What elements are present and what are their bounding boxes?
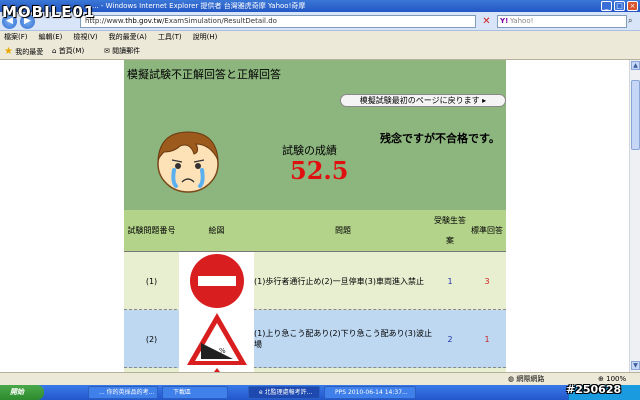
stop-icon[interactable]: ✕ — [480, 15, 493, 28]
maximize-button[interactable]: □ — [614, 1, 625, 11]
column-question: 問題 — [335, 226, 351, 235]
question-number: (1) — [145, 276, 158, 286]
search-input[interactable]: Y! Yahoo! — [497, 15, 627, 28]
home-icon: ⌂ — [52, 47, 57, 55]
start-button[interactable]: 開始 — [0, 385, 44, 400]
read-mail-button[interactable]: ✉ 閱讀郵件 — [104, 43, 140, 60]
window-controls: _ □ × — [601, 1, 638, 11]
window-title: ... - Windows Internet Explorer 提供者 台灣雅虎… — [92, 2, 306, 10]
menu-file[interactable]: 檔案(F) — [4, 31, 28, 43]
table-row: (2) % (1)上り急こう配あり(2)下り急こう配あり(3)波止場 2 1 — [124, 310, 506, 368]
page-title: 模擬試験不正解回答と正解回答 — [127, 68, 281, 81]
address-path: /ExamSimulation/ResultDetail.do — [162, 17, 277, 25]
exam-result-page: 模擬試験不正解回答と正解回答 模擬試験最初のページに戻ります ▸ 試験の成績 5… — [124, 60, 506, 372]
yahoo-icon: Y! — [500, 17, 509, 25]
student-answer: 2 — [447, 334, 453, 344]
correct-answer: 1 — [484, 334, 490, 344]
score-value: 52.5 — [290, 156, 349, 185]
column-picture: 絵図 — [208, 226, 225, 235]
scroll-thumb[interactable] — [631, 80, 640, 150]
column-number: 試験問題番号 — [127, 226, 176, 235]
student-answer: 1 — [447, 276, 453, 286]
favorites-button[interactable]: ★ 我的最愛 — [4, 43, 43, 61]
minimize-button[interactable]: _ — [601, 1, 612, 11]
column-correct: 標準回答 — [471, 226, 503, 235]
sign-picture — [179, 252, 254, 310]
menu-help[interactable]: 說明(H) — [193, 31, 218, 43]
close-button[interactable]: × — [627, 1, 638, 11]
globe-icon: ◍ — [508, 375, 515, 383]
vertical-scrollbar[interactable]: ▲ ▼ — [629, 60, 640, 372]
table-header: 試験問題番号 絵図 問題 受験生答案 標準回答 — [124, 210, 506, 252]
address-bar[interactable]: http://www.thb.gov.tw/ExamSimulation/Res… — [80, 15, 476, 28]
menu-favorites[interactable]: 我的最愛(A) — [109, 31, 147, 43]
menu-bar: 檔案(F) 編輯(E) 檢視(V) 我的最愛(A) 工具(T) 說明(H) — [0, 31, 640, 43]
address-domain: thb.gov.tw — [125, 17, 163, 25]
taskbar: 開始 ... 你的英採品的考... 下載區 e 北監理處報考許... PPS 2… — [0, 385, 640, 400]
search-placeholder: Yahoo! — [510, 17, 534, 25]
result-message: 残念ですが不合格です。 — [380, 132, 500, 145]
column-answer: 受験生答案 — [434, 216, 466, 245]
back-to-start-button[interactable]: 模擬試験最初のページに戻ります ▸ — [340, 94, 506, 107]
svg-text:%: % — [219, 347, 226, 355]
zoom-icon: ⊕ — [598, 375, 604, 383]
steep-slope-sign-icon: % — [186, 313, 247, 365]
menu-view[interactable]: 檢視(V) — [73, 31, 97, 43]
correct-answer: 3 — [484, 276, 490, 286]
scroll-down-icon[interactable]: ▼ — [631, 361, 640, 370]
home-button[interactable]: ⌂ 首頁(M) — [52, 43, 84, 60]
no-entry-sign-icon — [189, 254, 244, 308]
table-row: (1) (1)歩行者通行止め(2)一旦停車(3)車両進入禁止 1 3 — [124, 252, 506, 310]
star-icon: ★ — [4, 46, 13, 57]
taskbar-item[interactable]: e 北監理處報考許... — [248, 386, 320, 399]
result-header: 模擬試験不正解回答と正解回答 模擬試験最初のページに戻ります ▸ 試験の成績 5… — [124, 60, 506, 210]
sign-picture: % — [179, 310, 254, 368]
watermark-id: #250628 — [566, 383, 622, 396]
scroll-up-icon[interactable]: ▲ — [631, 61, 640, 70]
crying-face-icon — [157, 131, 219, 193]
mail-icon: ✉ — [104, 47, 110, 55]
menu-edit[interactable]: 編輯(E) — [39, 31, 63, 43]
question-text: (1)歩行者通行止め(2)一旦停車(3)車両進入禁止 — [254, 276, 424, 286]
taskbar-item[interactable]: ... 你的英採品的考... — [88, 386, 158, 399]
status-bar: ◍ 網際網路 ⊕ 100% — [0, 372, 640, 385]
question-text: (1)上り急こう配あり(2)下り急こう配あり(3)波止場 — [254, 329, 432, 349]
watermark-logo: MOBILE01 — [2, 3, 96, 21]
taskbar-item[interactable]: 下載區 — [162, 386, 228, 399]
search-icon[interactable]: ⌕ — [628, 16, 638, 27]
menu-tools[interactable]: 工具(T) — [158, 31, 182, 43]
page-viewport: 模擬試験不正解回答と正解回答 模擬試験最初のページに戻ります ▸ 試験の成績 5… — [0, 60, 629, 372]
question-number: (2) — [145, 334, 158, 344]
taskbar-item[interactable]: PPS 2010-06-14 14:37... — [324, 386, 416, 399]
favorites-bar: ★ 我的最愛 ⌂ 首頁(M) ✉ 閱讀郵件 — [0, 43, 640, 60]
